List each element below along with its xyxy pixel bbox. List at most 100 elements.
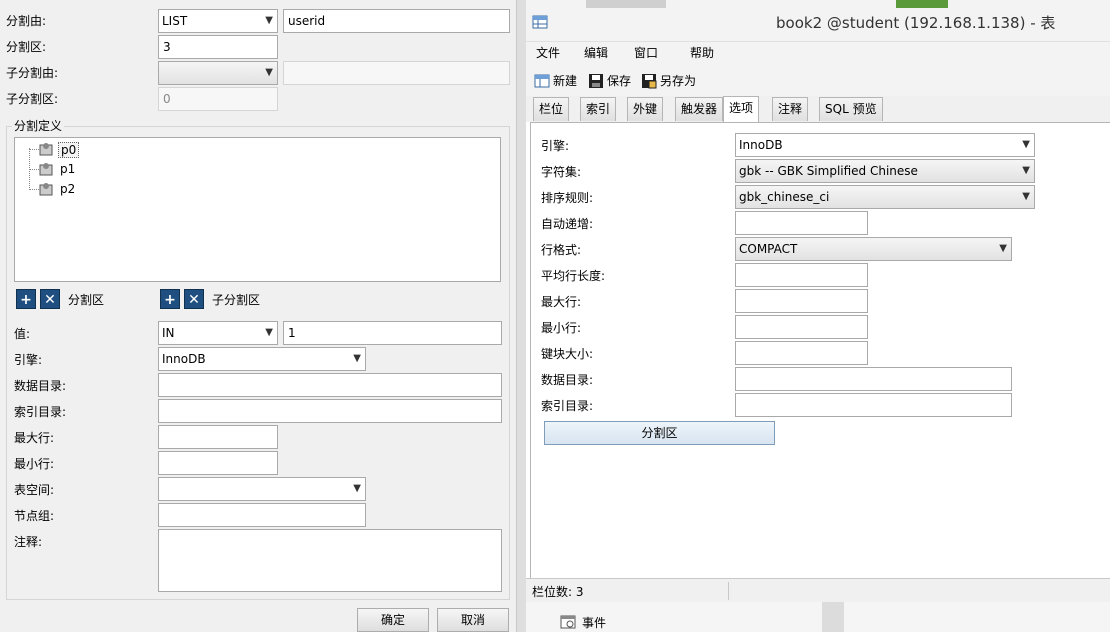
opt-collation-label: 排序规则: — [541, 191, 594, 205]
subpartitions-label: 子分割区: — [6, 92, 59, 106]
data-dir-input[interactable] — [158, 373, 502, 397]
opt-charset-label: 字符集: — [541, 165, 582, 179]
index-dir-label: 索引目录: — [14, 405, 67, 419]
value-label: 值: — [14, 327, 31, 341]
status-bar: 栏位数: 3 — [526, 578, 1110, 602]
opt-auto-increment-input[interactable] — [735, 211, 868, 235]
tab-triggers[interactable]: 触发器 — [675, 97, 724, 121]
toolbar: 新建 保存 另存为 — [526, 66, 1110, 96]
partitions-label: 分割区: — [6, 40, 47, 54]
opt-index-dir-input[interactable] — [735, 393, 1012, 417]
partition-icon — [39, 183, 53, 196]
min-rows-input[interactable] — [158, 451, 278, 475]
tree-item-label: p2 — [60, 182, 76, 196]
remove-subpartition-button[interactable]: ✕ — [184, 289, 204, 309]
chevron-down-icon: ▼ — [265, 15, 273, 26]
partition-button[interactable]: 分割区 — [544, 421, 775, 445]
nodegroup-input[interactable] — [158, 503, 366, 527]
nodegroup-label: 节点组: — [14, 509, 55, 523]
tablespace-select[interactable]: ▼ — [158, 477, 366, 501]
opt-key-block-size-label: 键块大小: — [541, 347, 594, 361]
value-op-select[interactable]: IN ▼ — [158, 321, 278, 345]
chevron-down-icon: ▼ — [265, 67, 273, 78]
menu-help[interactable]: 帮助 — [690, 46, 714, 60]
partition-definition-label: 分割定义 — [12, 119, 65, 133]
close-icon: ✕ — [188, 292, 200, 308]
save-button[interactable]: 保存 — [588, 72, 636, 90]
opt-engine-label: 引擎: — [541, 139, 570, 153]
partition-group-label: 分割区 — [68, 293, 105, 307]
save-as-button-label: 另存为 — [660, 74, 697, 88]
partition-icon — [39, 163, 53, 176]
background-button — [896, 0, 948, 8]
partitions-input[interactable]: 3 — [158, 35, 278, 59]
index-dir-input[interactable] — [158, 399, 502, 423]
tab-indexes[interactable]: 索引 — [580, 97, 617, 121]
engine-label: 引擎: — [14, 353, 43, 367]
partition-expr-input[interactable]: userid — [283, 9, 510, 33]
subpartition-by-select[interactable]: ▼ — [158, 61, 278, 85]
data-dir-label: 数据目录: — [14, 379, 67, 393]
opt-min-rows-input[interactable] — [735, 315, 868, 339]
subpartition-expr-input[interactable] — [283, 61, 510, 85]
tab-sql-preview[interactable]: SQL 预览 — [819, 97, 883, 121]
max-rows-input[interactable] — [158, 425, 278, 449]
partition-icon — [39, 143, 53, 156]
engine-select[interactable]: InnoDB ▼ — [158, 347, 366, 371]
opt-avg-row-length-input[interactable] — [735, 263, 868, 287]
table-window-icon — [532, 15, 548, 29]
status-divider — [728, 582, 729, 600]
menu-edit[interactable]: 编辑 — [584, 46, 608, 60]
max-rows-label: 最大行: — [14, 431, 55, 445]
chevron-down-icon: ▼ — [353, 353, 361, 364]
save-as-button[interactable]: 另存为 — [641, 72, 701, 90]
partition-dialog: 分割由: LIST ▼ userid 分割区: 3 子分割由: ▼ 子分割区: 0… — [0, 0, 516, 632]
chevron-down-icon: ▼ — [265, 327, 273, 338]
background-scrollbar — [822, 602, 844, 632]
tree-line — [29, 149, 39, 150]
opt-collation-select[interactable]: gbk_chinese_ci ▼ — [735, 185, 1035, 209]
opt-min-rows-label: 最小行: — [541, 321, 582, 335]
opt-key-block-size-input[interactable] — [735, 341, 868, 365]
opt-engine-select[interactable]: InnoDB ▼ — [735, 133, 1035, 157]
cancel-button[interactable]: 取消 — [437, 608, 509, 632]
tree-item-label: p0 — [58, 142, 80, 158]
save-button-label: 保存 — [607, 74, 632, 88]
title-bar: book2 @student (192.168.1.138) - 表 — [526, 0, 1110, 42]
opt-max-rows-label: 最大行: — [541, 295, 582, 309]
subpartitions-input[interactable]: 0 — [158, 87, 278, 111]
chevron-down-icon: ▼ — [1022, 139, 1030, 150]
remove-partition-button[interactable]: ✕ — [40, 289, 60, 309]
opt-max-rows-input[interactable] — [735, 289, 868, 313]
window-title: book2 @student (192.168.1.138) - 表 — [776, 14, 1056, 32]
vertical-scrollbar[interactable] — [516, 0, 526, 632]
tab-options[interactable]: 选项 — [723, 96, 760, 122]
menu-window[interactable]: 窗口 — [634, 46, 658, 60]
plus-icon: + — [20, 292, 32, 308]
tab-foreign-keys[interactable]: 外键 — [627, 97, 664, 121]
partition-by-select[interactable]: LIST ▼ — [158, 9, 278, 33]
new-button[interactable]: 新建 — [534, 72, 582, 90]
opt-data-dir-input[interactable] — [735, 367, 1012, 391]
tree-item-events[interactable]: 事件 — [582, 616, 606, 630]
tab-comment[interactable]: 注释 — [772, 97, 809, 121]
value-input[interactable]: 1 — [283, 321, 502, 345]
comment-textarea[interactable] — [158, 529, 502, 592]
ok-button[interactable]: 确定 — [357, 608, 429, 632]
chevron-down-icon: ▼ — [1022, 191, 1030, 202]
options-panel: 引擎: InnoDB ▼ 字符集: gbk -- GBK Simplified C… — [530, 122, 1110, 578]
opt-avg-row-length-label: 平均行长度: — [541, 269, 606, 283]
menu-file[interactable]: 文件 — [536, 46, 560, 60]
opt-index-dir-label: 索引目录: — [541, 399, 594, 413]
add-subpartition-button[interactable]: + — [160, 289, 180, 309]
add-partition-button[interactable]: + — [16, 289, 36, 309]
subpartition-group-label: 子分割区 — [212, 293, 261, 307]
table-designer-window: book2 @student (192.168.1.138) - 表 文件 编辑… — [526, 0, 1110, 632]
tablespace-label: 表空间: — [14, 483, 55, 497]
menu-bar: 文件 编辑 窗口 帮助 — [526, 42, 1110, 66]
chevron-down-icon: ▼ — [1022, 165, 1030, 176]
opt-charset-select[interactable]: gbk -- GBK Simplified Chinese ▼ — [735, 159, 1035, 183]
opt-row-format-select[interactable]: COMPACT ▼ — [735, 237, 1012, 261]
tab-columns[interactable]: 栏位 — [533, 97, 570, 121]
min-rows-label: 最小行: — [14, 457, 55, 471]
